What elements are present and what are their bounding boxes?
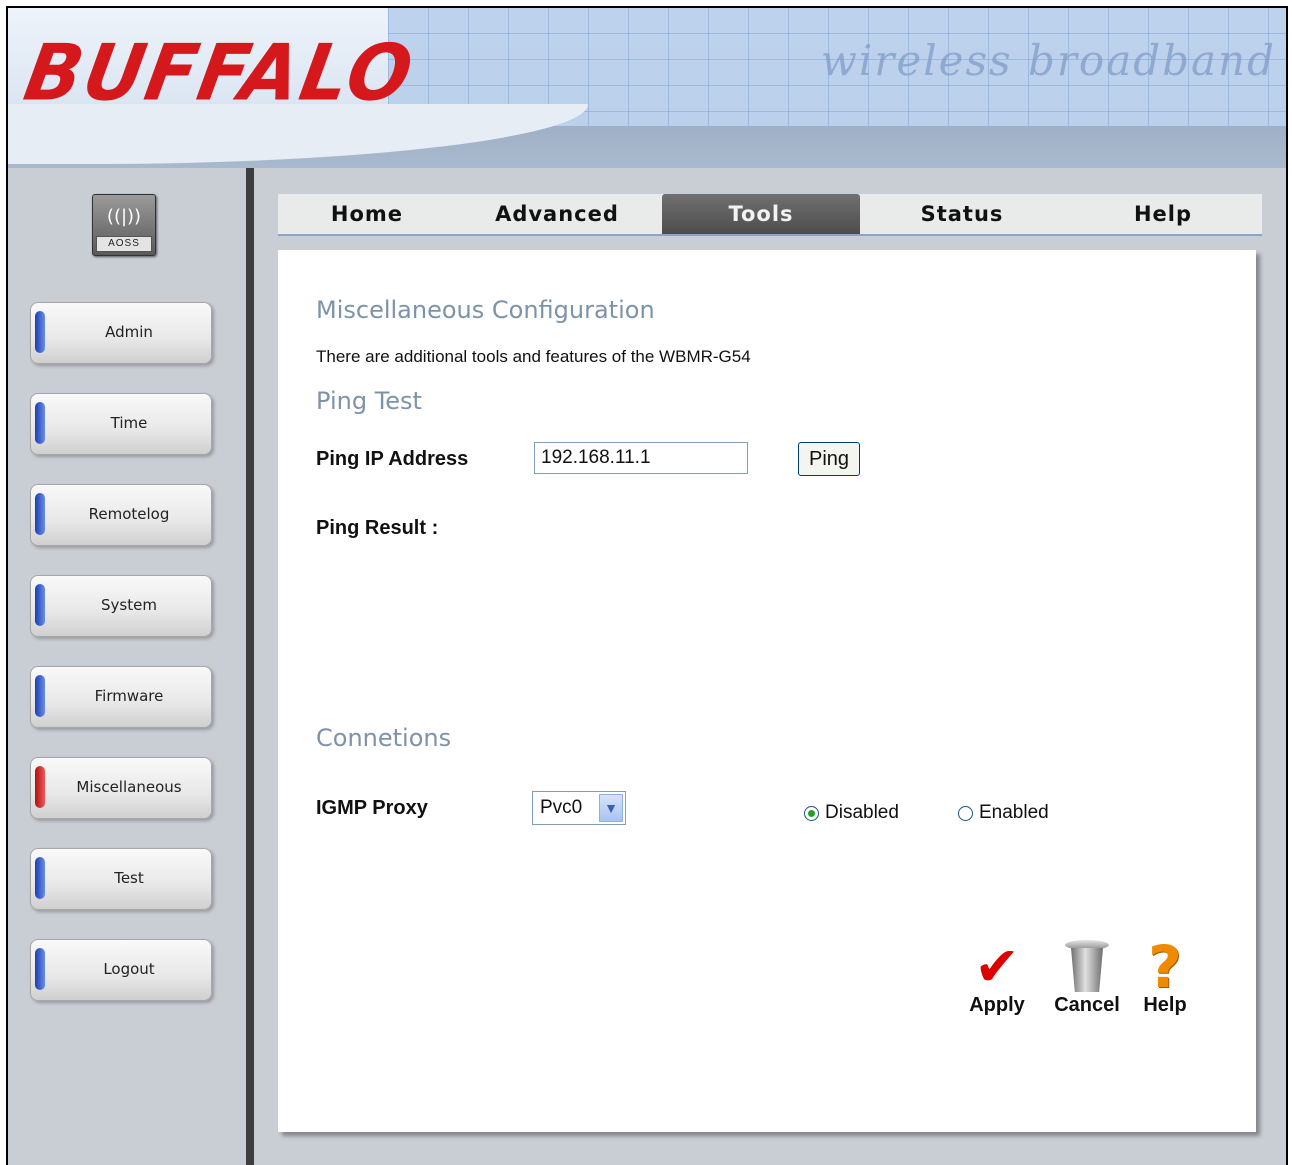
ping-button[interactable]: Ping [798, 442, 860, 476]
question-mark-icon: ? [1148, 933, 1182, 1001]
radio-enabled[interactable]: Enabled [958, 802, 1049, 824]
sidebar: ((|)) AOSS Admin Time Remotelog System F… [8, 168, 246, 1165]
nav-indicator-icon [35, 584, 45, 626]
radio-disabled[interactable]: Disabled [804, 802, 899, 824]
main-area: Home Advanced Tools Status Help Miscella… [254, 168, 1286, 1165]
sidebar-item-label: Remotelog [88, 505, 170, 523]
tab-label: Advanced [495, 202, 619, 226]
nav-indicator-icon [35, 675, 45, 717]
nav-indicator-icon [35, 857, 45, 899]
radio-disabled-label: Disabled [825, 802, 899, 823]
sidebar-divider [246, 168, 254, 1165]
nav-indicator-icon [35, 493, 45, 535]
aoss-label: AOSS [96, 236, 152, 252]
radio-unselected-icon [958, 805, 973, 821]
sidebar-item-label: Admin [105, 323, 153, 341]
nav-indicator-icon [35, 402, 45, 444]
tab-label: Tools [728, 202, 794, 226]
sidebar-item-label: System [101, 596, 157, 614]
checkmark-icon: ✔ [974, 935, 1020, 998]
sidebar-item-remotelog[interactable]: Remotelog [30, 484, 212, 546]
apply-button[interactable]: ✔ Apply [964, 940, 1030, 1017]
cancel-button[interactable]: Cancel [1048, 940, 1126, 1017]
tab-bar: Home Advanced Tools Status Help [278, 194, 1262, 236]
ping-ip-label: Ping IP Address [316, 448, 469, 470]
header-script-text: wireless broadband [820, 36, 1276, 85]
sidebar-item-label: Logout [103, 960, 155, 978]
sidebar-item-system[interactable]: System [30, 575, 212, 637]
cancel-label: Cancel [1054, 994, 1120, 1016]
aoss-wave-icon: ((|)) [106, 206, 142, 227]
tab-advanced[interactable]: Advanced [456, 194, 658, 234]
tab-status[interactable]: Status [864, 194, 1060, 234]
radio-enabled-label: Enabled [979, 802, 1049, 823]
apply-label: Apply [969, 994, 1025, 1016]
aoss-button[interactable]: ((|)) AOSS [92, 194, 156, 256]
tab-help[interactable]: Help [1064, 194, 1262, 234]
sidebar-item-label: Miscellaneous [76, 778, 182, 796]
sidebar-item-miscellaneous[interactable]: Miscellaneous [30, 757, 212, 819]
tab-label: Help [1133, 202, 1193, 226]
sidebar-item-label: Test [114, 869, 144, 887]
tab-tools[interactable]: Tools [662, 194, 860, 234]
page-description: There are additional tools and features … [316, 347, 751, 366]
nav-indicator-icon [35, 948, 45, 990]
nav-indicator-icon [35, 311, 45, 353]
igmp-proxy-label: IGMP Proxy [316, 797, 428, 819]
sidebar-item-admin[interactable]: Admin [30, 302, 212, 364]
pvc-select[interactable]: Pvc0 ▼ [532, 791, 626, 825]
sidebar-item-label: Time [110, 414, 148, 432]
router-admin-window: wireless broadband BUFFALO ((|)) AOSS Ad… [6, 6, 1288, 1165]
sidebar-item-label: Firmware [94, 687, 164, 705]
ping-test-heading: Ping Test [316, 387, 422, 415]
ping-result-label: Ping Result : [316, 517, 439, 539]
sidebar-item-logout[interactable]: Logout [30, 939, 212, 1001]
ping-ip-input[interactable] [534, 442, 748, 474]
tab-home[interactable]: Home [278, 194, 456, 234]
tab-label: Status [920, 202, 1004, 226]
sidebar-item-time[interactable]: Time [30, 393, 212, 455]
help-label: Help [1143, 994, 1187, 1016]
buffalo-logo: BUFFALO [18, 27, 421, 119]
pvc-select-value: Pvc0 [540, 797, 583, 818]
sidebar-item-test[interactable]: Test [30, 848, 212, 910]
trash-can-icon [1065, 940, 1109, 992]
trash-body [1071, 948, 1103, 992]
radio-selected-icon [804, 805, 819, 821]
sidebar-item-firmware[interactable]: Firmware [30, 666, 212, 728]
page-title: Miscellaneous Configuration [316, 296, 655, 324]
chevron-down-icon: ▼ [599, 794, 623, 822]
nav-indicator-active-icon [35, 766, 45, 808]
header-banner: wireless broadband BUFFALO [8, 8, 1286, 168]
connections-heading: Connetions [316, 724, 452, 752]
help-button[interactable]: ? Help [1138, 933, 1192, 1017]
tab-label: Home [330, 202, 404, 226]
content-panel: Miscellaneous Configuration There are ad… [278, 250, 1256, 1132]
